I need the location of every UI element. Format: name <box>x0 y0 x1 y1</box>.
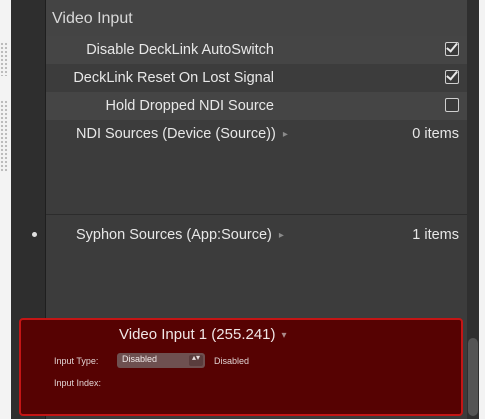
syphon-sources-list[interactable]: Syphon Sources (App:Source) ▸ 1 items <box>46 222 467 250</box>
input-type-label: Input Type: <box>54 356 99 366</box>
setting-row-decklink-reset-on-lost-signal[interactable]: DeckLink Reset On Lost Signal <box>46 64 467 92</box>
section-title: Video Input <box>52 10 133 27</box>
syphon-sources-label: Syphon Sources (App:Source) ▸ <box>76 227 284 243</box>
ndi-sources-label: NDI Sources (Device (Source)) ▸ <box>76 126 288 142</box>
input-type-select[interactable]: Disabled ▴▾ <box>117 353 205 368</box>
left-edge-dots-top <box>0 42 8 76</box>
decklink-reset-on-lost-signal-checkbox[interactable] <box>445 70 459 84</box>
input-status-text: Disabled <box>214 356 250 366</box>
input-index-label: Input Index: <box>54 378 102 388</box>
setting-row-hold-dropped-ndi-source[interactable]: Hold Dropped NDI Source <box>46 92 467 120</box>
ndi-sources-count: 0 items <box>412 126 459 142</box>
video-input-item-card[interactable]: Video Input 1 (255.241) ▾ Input Type: Dis… <box>19 318 463 416</box>
video-input-item-title[interactable]: Video Input 1 (255.241) ▾ <box>119 326 287 343</box>
vertical-scrollbar[interactable] <box>467 0 479 419</box>
dropdown-arrow-icon[interactable]: ▾ <box>282 330 287 341</box>
disable-decklink-autoswitch-checkbox[interactable] <box>445 42 459 56</box>
setting-label: Disable DeckLink AutoSwitch <box>86 42 274 58</box>
expand-arrow-icon[interactable]: ▸ <box>283 129 288 140</box>
syphon-row-marker-icon <box>32 232 37 237</box>
ndi-sources-list[interactable]: NDI Sources (Device (Source)) ▸ 0 items <box>46 121 467 149</box>
video-input-panel: Video Input Disable DeckLink AutoSwitch … <box>11 0 479 419</box>
syphon-sources-count: 1 items <box>412 227 459 243</box>
expand-arrow-icon[interactable]: ▸ <box>279 230 284 241</box>
setting-row-disable-decklink-autoswitch[interactable]: Disable DeckLink AutoSwitch <box>46 36 467 64</box>
left-edge-dots-bottom <box>0 100 8 172</box>
list-divider <box>46 214 467 215</box>
hold-dropped-ndi-source-checkbox[interactable] <box>445 98 459 112</box>
input-type-value: Disabled <box>122 354 158 364</box>
scrollbar-thumb[interactable] <box>468 338 478 416</box>
select-stepper-icon[interactable]: ▴▾ <box>189 354 203 366</box>
setting-label: Hold Dropped NDI Source <box>105 98 274 114</box>
setting-label: DeckLink Reset On Lost Signal <box>73 70 274 86</box>
